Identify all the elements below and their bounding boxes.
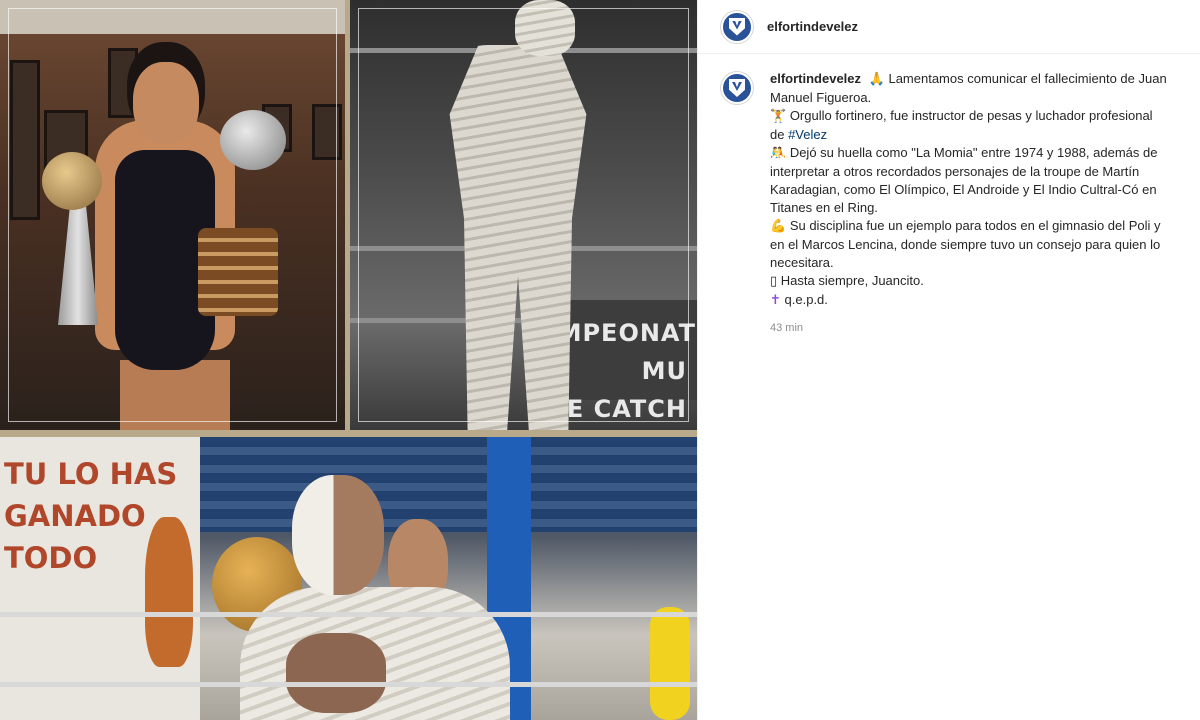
caption-comment: elfortindevelez 🙏 Lamentamos comunicar e… — [698, 54, 1200, 337]
post-media[interactable]: AMPEONATO MU E CATCH TU LO HAS GANADO TO… — [0, 0, 697, 720]
wrestler-head — [133, 62, 199, 144]
club-crest-icon — [729, 79, 745, 97]
wall-text-line-1: TU LO HAS — [4, 457, 178, 491]
photo-wrestler-trophies — [0, 0, 345, 430]
trophy-left-stem — [58, 205, 98, 325]
wall-frame — [10, 60, 40, 220]
flexed-biceps-icon: 💪 — [770, 219, 787, 234]
photo-la-momia-gym: TU LO HAS GANADO TODO — [0, 437, 697, 720]
weightlifting-icon: 🏋 — [770, 109, 787, 124]
ring-rope — [0, 612, 697, 617]
wall-frame — [312, 104, 342, 160]
caption-paragraph-6: q.e.p.d. — [784, 292, 828, 307]
caption-paragraph-3: Dejó su huella como "La Momia" entre 197… — [770, 145, 1158, 215]
caption-username-link[interactable]: elfortindevelez — [770, 71, 861, 86]
avatar[interactable] — [721, 10, 753, 43]
raised-hands — [286, 633, 386, 713]
lion-mural — [145, 517, 193, 667]
post-caption: elfortindevelez 🙏 Lamentamos comunicar e… — [770, 70, 1170, 337]
post-timestamp[interactable]: 43 min — [770, 319, 1170, 337]
hashtag-link[interactable]: #Velez — [788, 127, 827, 142]
post-side-panel: elfortindevelez elfortindevelez 🙏 Lament… — [697, 0, 1200, 720]
gym-ceiling — [150, 437, 697, 532]
ring-rope — [0, 682, 697, 687]
caption-paragraph-4: Su disciplina fue un ejemplo para todos … — [770, 218, 1161, 270]
punching-bag — [650, 607, 690, 720]
photo-la-momia-ring: AMPEONATO MU E CATCH — [350, 0, 697, 430]
trophy-right-base — [198, 228, 278, 316]
wrestler-legs — [120, 360, 230, 430]
caption-paragraph-5: Hasta siempre, Juancito. — [780, 273, 924, 288]
club-crest-icon — [729, 17, 745, 36]
avatar[interactable] — [721, 72, 753, 104]
mummy-head — [515, 0, 575, 56]
praying-hands-icon: 🙏 — [868, 72, 885, 87]
ceiling — [0, 0, 345, 34]
wrestlers-icon: 🤼 — [770, 146, 787, 161]
latin-cross-icon: ✝ — [770, 293, 781, 308]
caption-paragraph-2: Orgullo fortinero, fue instructor de pes… — [770, 108, 1153, 142]
post-header: elfortindevelez — [698, 0, 1200, 54]
trophy-right — [220, 110, 286, 170]
username-link[interactable]: elfortindevelez — [767, 19, 858, 34]
half-masked-head — [292, 475, 384, 595]
trophy-left — [42, 152, 102, 210]
missing-glyph-icon: ▯ — [770, 274, 778, 289]
